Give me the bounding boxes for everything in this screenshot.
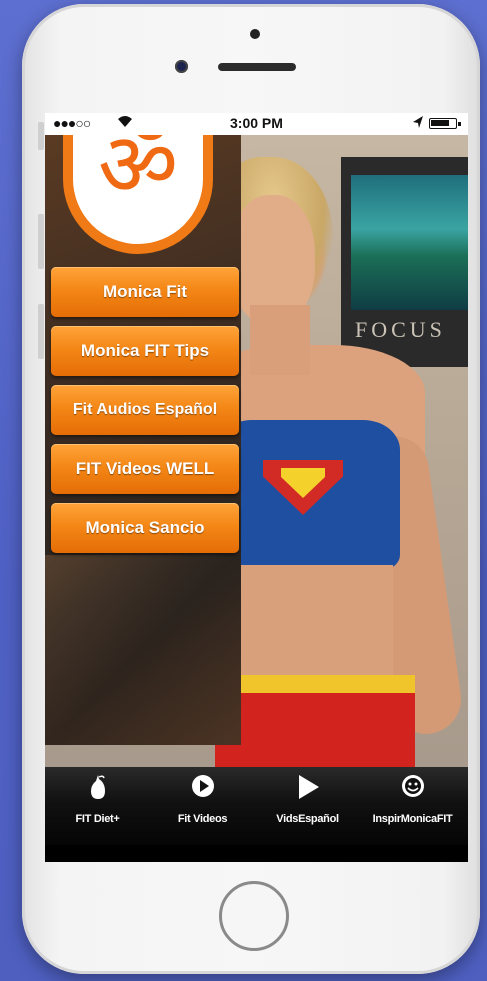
sidebar-menu: ॐ Monica Fit Monica FIT Tips Fit Audios … <box>45 129 241 745</box>
battery-icon <box>429 118 461 129</box>
front-camera-icon <box>175 60 188 73</box>
photo-neck <box>250 305 310 375</box>
home-button[interactable] <box>219 881 289 951</box>
screen-bottom-edge <box>45 845 468 862</box>
play-icon <box>255 773 360 803</box>
play-circle-icon <box>150 773 255 803</box>
photo-torso <box>223 565 393 685</box>
menu-item-monica-sancio[interactable]: Monica Sancio <box>51 503 239 553</box>
wall-poster: FOCUS <box>341 157 468 367</box>
tab-fit-videos[interactable]: Fit Videos <box>150 767 255 845</box>
tab-vids-espanol[interactable]: VidsEspañol <box>255 767 360 845</box>
wifi-icon <box>117 114 133 131</box>
status-bar: ●●●○○ 3:00 PM <box>45 113 468 135</box>
menu-item-fit-videos-well[interactable]: FIT Videos WELL <box>51 444 239 494</box>
volume-down-button <box>38 304 44 359</box>
menu-item-fit-audios-espanol[interactable]: Fit Audios Español <box>51 385 239 435</box>
tab-label: Fit Videos <box>177 813 228 825</box>
menu-item-monica-fit[interactable]: Monica Fit <box>51 267 239 317</box>
status-time: 3:00 PM <box>230 115 283 131</box>
pear-icon <box>45 773 150 803</box>
photo-belt <box>215 675 415 693</box>
signal-strength: ●●●○○ <box>53 115 91 131</box>
om-logo[interactable]: ॐ <box>63 129 213 254</box>
poster-art <box>351 175 468 310</box>
tab-inspir-monica-fit[interactable]: InspirMonicaFIT <box>360 767 465 845</box>
tab-label: FIT Diet+ <box>75 813 120 825</box>
sidebar-decoration <box>45 555 241 745</box>
volume-up-button <box>38 214 44 269</box>
tab-bar: FIT Diet+ Fit Videos VidsEspañol InspirM… <box>45 767 468 845</box>
location-arrow-icon <box>412 115 424 132</box>
proximity-sensor <box>250 29 260 39</box>
menu-item-monica-fit-tips[interactable]: Monica FIT Tips <box>51 326 239 376</box>
mute-switch <box>38 122 44 150</box>
tab-label: InspirMonicaFIT <box>372 813 453 825</box>
tab-fit-diet[interactable]: FIT Diet+ <box>45 767 150 845</box>
smiley-icon <box>360 773 465 803</box>
app-screen: FOCUS ॐ Monica Fit Monica FIT Tips Fit A… <box>45 113 468 862</box>
tab-label: VidsEspañol <box>276 813 339 825</box>
om-icon: ॐ <box>97 129 179 214</box>
poster-text: FOCUS <box>355 317 446 342</box>
earpiece-speaker <box>218 63 296 71</box>
